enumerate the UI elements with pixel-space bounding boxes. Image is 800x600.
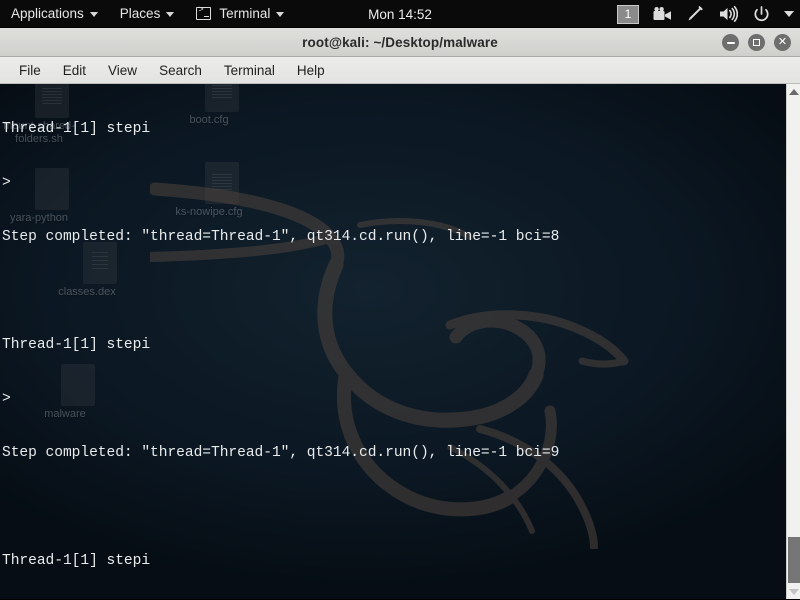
terminal-line: Step completed: "thread=Thread-1", qt314… (2, 229, 560, 245)
volume-icon[interactable] (718, 5, 738, 23)
terminal-text: Thread-1[1] stepi > Step completed: "thr… (2, 84, 786, 599)
minimize-icon (726, 41, 735, 44)
system-tray: 1 (617, 0, 794, 28)
panel-menu-places[interactable]: Places (109, 0, 186, 28)
panel-menu-applications[interactable]: Applications (0, 0, 109, 28)
terminal-line: > (2, 175, 11, 191)
menu-view[interactable]: View (97, 57, 148, 84)
terminal-scrollbar[interactable] (786, 84, 800, 599)
screen-recorder-icon[interactable] (652, 5, 672, 23)
chevron-down-icon (276, 12, 285, 17)
maximize-icon (753, 39, 760, 46)
minimize-button[interactable] (722, 34, 739, 51)
terminal-line: Thread-1[1] stepi (2, 337, 151, 353)
triangle-down-icon (788, 588, 799, 595)
window-titlebar[interactable]: root@kali: ~/Desktop/malware ✕ (0, 28, 800, 57)
triangle-up-icon (788, 88, 799, 95)
scroll-up-arrow[interactable] (787, 85, 800, 98)
panel-menu-places-label: Places (119, 6, 161, 21)
terminal-line: Thread-1[1] stepi (2, 121, 151, 137)
terminal-line: > (2, 391, 11, 407)
workspace-switcher[interactable]: 1 (617, 4, 639, 24)
power-icon[interactable] (751, 5, 771, 23)
menu-search[interactable]: Search (148, 57, 213, 84)
scroll-down-arrow[interactable] (787, 585, 800, 598)
terminal-line: Step completed: "thread=Thread-1", qt314… (2, 445, 560, 461)
close-button[interactable]: ✕ (774, 34, 791, 51)
menu-help[interactable]: Help (286, 57, 336, 84)
window-title: root@kali: ~/Desktop/malware (302, 34, 498, 50)
panel-menu-applications-label: Applications (11, 6, 84, 21)
terminal-window: root@kali: ~/Desktop/malware ✕ File Edit… (0, 28, 800, 600)
menubar: File Edit View Search Terminal Help (0, 57, 800, 84)
chevron-down-icon (166, 12, 175, 17)
menu-edit[interactable]: Edit (52, 57, 97, 84)
pen-tool-icon[interactable] (685, 5, 705, 23)
panel-menu-terminal[interactable]: Terminal (185, 0, 295, 28)
chevron-down-icon (89, 12, 98, 17)
chevron-down-icon[interactable] (784, 11, 794, 17)
window-controls: ✕ (722, 28, 791, 57)
terminal-line: Thread-1[1] stepi (2, 553, 151, 569)
menu-terminal[interactable]: Terminal (213, 57, 286, 84)
close-icon: ✕ (777, 36, 788, 48)
maximize-button[interactable] (748, 34, 765, 51)
terminal-output-area[interactable]: mount-shared-folders.sh boot.cfg ks-nowipe… (0, 84, 800, 599)
scrollbar-thumb[interactable] (788, 537, 800, 583)
terminal-icon (196, 5, 212, 20)
top-panel: Applications Places Terminal Mon 14:52 1 (0, 0, 800, 28)
menu-file[interactable]: File (8, 57, 52, 84)
panel-menu-terminal-label: Terminal (219, 6, 271, 21)
